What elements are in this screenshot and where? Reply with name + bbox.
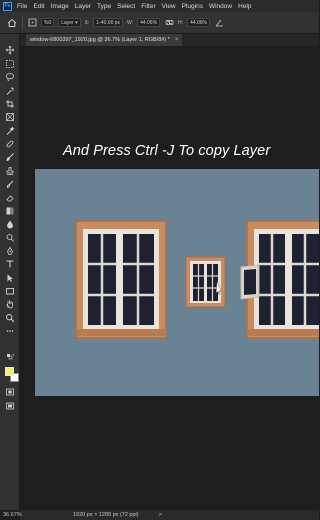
healing-brush-icon[interactable] (4, 138, 16, 149)
document-size: 1920 px × 1280 px (72 ppi) (73, 512, 139, 518)
close-icon[interactable]: × (175, 37, 179, 43)
width-field[interactable]: 44.06% (137, 18, 161, 27)
menu-select[interactable]: Select (117, 3, 135, 10)
layer-select[interactable]: Layer ▾ (58, 18, 81, 27)
foreground-color-swatch[interactable] (5, 367, 14, 376)
transform-icon[interactable] (27, 18, 37, 28)
x-label: X: (84, 19, 90, 26)
status-arrow-icon[interactable]: > (159, 512, 162, 518)
link-icon[interactable] (164, 18, 174, 28)
pen-icon[interactable] (4, 245, 16, 256)
left-window (75, 220, 167, 339)
window-photo (35, 169, 319, 396)
zoom-icon[interactable] (4, 312, 16, 323)
hand-icon[interactable] (4, 298, 16, 309)
home-icon[interactable] (6, 17, 18, 29)
menu-file[interactable]: File (17, 3, 27, 10)
path-select-icon[interactable] (4, 272, 16, 283)
swap-colors-icon[interactable] (4, 352, 16, 361)
quick-mask-icon[interactable] (4, 386, 16, 397)
magic-wand-icon[interactable] (4, 85, 16, 96)
type-icon[interactable] (4, 258, 16, 269)
marquee-tool-icon[interactable] (4, 58, 16, 69)
menu-window[interactable]: Window (209, 3, 232, 10)
document-tab[interactable]: window-6800397_1920.jpg @ 36.7% (Layer 1… (26, 34, 183, 46)
angle-icon[interactable] (214, 18, 224, 28)
menu-filter[interactable]: Filter (141, 3, 155, 10)
menu-edit[interactable]: Edit (33, 3, 44, 10)
menu-image[interactable]: Image (51, 3, 69, 10)
eraser-icon[interactable] (4, 192, 16, 203)
tools-panel (0, 34, 20, 510)
options-bar: %0 Layer ▾ X: 1-40.00 px W: 44.06% H: 44… (0, 12, 319, 34)
move-tool-icon[interactable] (4, 44, 16, 55)
tutorial-caption: And Press Ctrl -J To copy Layer (63, 143, 271, 159)
menu-type[interactable]: Type (97, 3, 111, 10)
status-bar: 36.67% 1920 px × 1280 px (72 ppi) > (3, 510, 319, 520)
blur-icon[interactable] (4, 218, 16, 229)
document-canvas[interactable] (35, 169, 319, 396)
menu-plugins[interactable]: Plugins (182, 3, 203, 10)
brush-icon[interactable] (4, 151, 16, 162)
clone-stamp-icon[interactable] (4, 165, 16, 176)
frame-tool-icon[interactable] (4, 111, 16, 122)
screen-mode-icon[interactable] (4, 400, 16, 411)
document-tab-bar: window-6800397_1920.jpg @ 36.7% (Layer 1… (20, 34, 319, 46)
w-label: W: (127, 19, 134, 26)
x-position-field[interactable]: 1-40.00 px (93, 18, 124, 27)
menu-bar: Ps File Edit Image Layer Type Select Fil… (0, 0, 319, 12)
zoom-level[interactable]: 36.67% (3, 512, 22, 518)
menu-layer[interactable]: Layer (75, 3, 91, 10)
options-separator (22, 16, 23, 29)
layer-select-label: Layer (61, 19, 74, 26)
height-field[interactable]: 44.06% (187, 18, 210, 27)
menu-view[interactable]: View (162, 3, 176, 10)
crop-tool-icon[interactable] (4, 98, 16, 109)
photoshop-logo: Ps (3, 1, 12, 11)
reference-point-field[interactable]: %0 (41, 18, 55, 27)
dodge-icon[interactable] (4, 232, 16, 243)
eyedropper-icon[interactable] (4, 125, 16, 136)
h-label: H: (178, 19, 184, 26)
lasso-tool-icon[interactable] (4, 71, 16, 82)
small-window (185, 256, 226, 308)
more-tools-icon[interactable] (4, 325, 16, 336)
right-window (240, 220, 319, 339)
menu-help[interactable]: Help (238, 3, 251, 10)
gradient-icon[interactable] (4, 205, 16, 216)
document-tab-title: window-6800397_1920.jpg @ 36.7% (Layer 1… (30, 37, 170, 43)
history-brush-icon[interactable] (4, 178, 16, 189)
rectangle-icon[interactable] (4, 285, 16, 296)
